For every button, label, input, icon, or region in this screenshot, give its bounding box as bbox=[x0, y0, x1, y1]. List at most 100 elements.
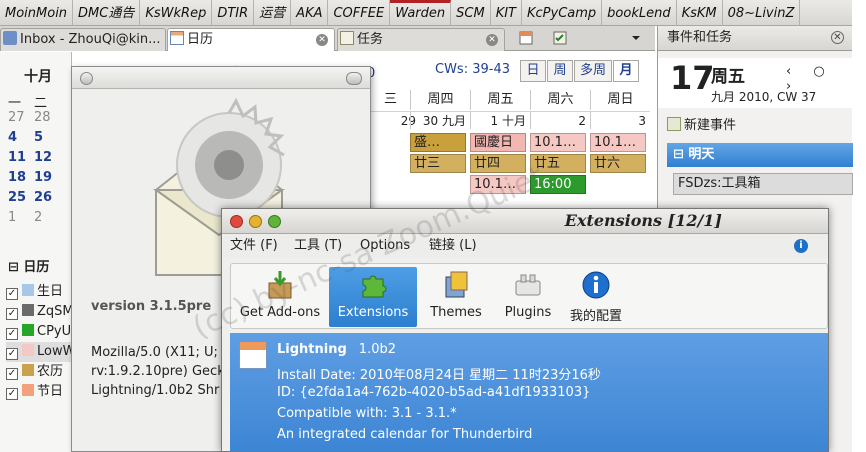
calendar-item[interactable]: ✓ CPyU bbox=[6, 322, 71, 342]
window-menu-button[interactable] bbox=[80, 72, 93, 85]
close-tab-icon[interactable]: ✕ bbox=[486, 34, 498, 46]
close-icon[interactable]: ✕ bbox=[831, 31, 844, 44]
calendar-item[interactable]: ✓ 节日 bbox=[6, 382, 71, 402]
extension-id: ID: {e2fda1a4-762b-4020-b5ad-a41df193310… bbox=[277, 385, 591, 400]
get-addons-button[interactable]: Get Add-ons bbox=[233, 267, 327, 327]
bookmark-warden[interactable]: Warden bbox=[390, 0, 452, 25]
my-config-button[interactable]: 我的配置 bbox=[563, 267, 629, 327]
bookmark-booklend[interactable]: bookLend bbox=[602, 0, 677, 25]
bookmark-scm[interactable]: SCM bbox=[451, 0, 491, 25]
minimonth-row: 18 19 bbox=[8, 170, 71, 185]
agenda-item[interactable]: FSDzs:工具箱 bbox=[673, 173, 853, 195]
day-date[interactable]: 3 bbox=[590, 111, 650, 129]
minimonth-cell[interactable]: 27 bbox=[8, 110, 34, 125]
day-date[interactable]: 2 bbox=[530, 111, 590, 129]
extensions-window: Extensions [12/1] 文件 (F) 工具 (T) Options … bbox=[221, 208, 829, 452]
calendar-event[interactable]: 10.1… bbox=[590, 133, 646, 152]
bookmark-dmc[interactable]: DMC通告 bbox=[73, 0, 141, 25]
minimonth-cell[interactable]: 1 bbox=[8, 210, 34, 225]
calendar-event[interactable]: 廿五 bbox=[530, 154, 586, 173]
calendar-item[interactable]: ✓ 生日 bbox=[6, 282, 71, 302]
menu-file[interactable]: 文件 (F) bbox=[230, 234, 278, 258]
minimonth-row: 45 bbox=[8, 130, 71, 145]
plugins-button[interactable]: Plugins bbox=[495, 267, 561, 327]
checkbox[interactable]: ✓ bbox=[6, 368, 18, 380]
extensions-title: Extensions [12/1] bbox=[564, 211, 722, 230]
view-month-button[interactable]: 月 bbox=[613, 60, 639, 82]
tab-list-dropdown-icon[interactable] bbox=[628, 30, 644, 46]
tab-tasks[interactable]: 任务 ✕ bbox=[337, 28, 505, 51]
calendar-event[interactable]: 16:00 bbox=[530, 175, 586, 194]
day-date[interactable]: 1 十月 bbox=[470, 111, 530, 129]
puzzle-icon bbox=[362, 275, 387, 298]
checkbox[interactable]: ✓ bbox=[6, 328, 18, 340]
calendar-item[interactable]: ✓ LowW bbox=[6, 342, 71, 362]
minimonth-cell: 二 bbox=[34, 96, 48, 111]
bookmark-moinmoin[interactable]: MoinMoin bbox=[0, 0, 74, 25]
calendar-event[interactable]: 廿三 bbox=[410, 154, 466, 173]
view-day-button[interactable]: 日 bbox=[520, 60, 546, 82]
day-navigation[interactable]: ‹ ○ › bbox=[786, 64, 853, 94]
calendar-color-swatch bbox=[22, 364, 34, 376]
themes-button[interactable]: Themes bbox=[421, 267, 491, 327]
minimonth-cell[interactable]: 4 bbox=[8, 130, 34, 145]
tab-inbox[interactable]: Inbox - ZhouQi@kin... bbox=[0, 28, 166, 51]
checkbox[interactable]: ✓ bbox=[6, 308, 18, 320]
minimonth-cell[interactable]: 5 bbox=[34, 130, 60, 145]
calendar-event[interactable]: 廿四 bbox=[470, 154, 526, 173]
bookmark-aka[interactable]: AKA bbox=[291, 0, 329, 25]
tasks-icon[interactable] bbox=[552, 30, 568, 46]
checkbox[interactable]: ✓ bbox=[6, 388, 18, 400]
bookmark-kswkrep[interactable]: KsWkRep bbox=[140, 0, 213, 25]
minimonth-cell[interactable]: 25 bbox=[8, 190, 34, 205]
calendar-event[interactable]: 盛… bbox=[410, 133, 466, 152]
checkbox[interactable]: ✓ bbox=[6, 288, 18, 300]
tab-calendar[interactable]: 日历 ✕ bbox=[167, 28, 335, 51]
help-icon[interactable]: i bbox=[794, 239, 808, 253]
new-event-button[interactable]: 新建事件 bbox=[667, 114, 847, 138]
calendar-list-title[interactable]: ⊟ 日历 bbox=[8, 256, 49, 275]
bookmark-livinz[interactable]: 08~LivinZ bbox=[723, 0, 801, 25]
menu-tools[interactable]: 工具 (T) bbox=[294, 234, 342, 258]
tomorrow-label: 明天 bbox=[688, 147, 715, 162]
minimonth-cell[interactable]: 28 bbox=[34, 110, 60, 125]
tab-calendar-label: 日历 bbox=[187, 32, 214, 47]
checkbox[interactable]: ✓ bbox=[6, 348, 18, 360]
bookmark-kcpycamp[interactable]: KcPyCamp bbox=[522, 0, 603, 25]
minimonth-cell[interactable]: 12 bbox=[34, 150, 60, 165]
calendar-event[interactable]: 廿六 bbox=[590, 154, 646, 173]
day-name: 周五 bbox=[711, 67, 745, 87]
view-multiweek-button[interactable]: 多周 bbox=[574, 60, 612, 82]
extension-list-item[interactable]: Lightning 1.0b2 Install Date: 2010年08月24日… bbox=[230, 333, 828, 451]
calendar-item[interactable]: ✓ 农历 bbox=[6, 362, 71, 382]
bookmark-yunying[interactable]: 运营 bbox=[254, 0, 292, 25]
minimonth-cell[interactable]: 11 bbox=[8, 150, 34, 165]
window-zoom-button[interactable] bbox=[346, 72, 362, 85]
calendar-color-swatch bbox=[22, 284, 34, 296]
tomorrow-section-header[interactable]: ⊟ 明天 bbox=[667, 143, 853, 167]
minimonth-cell[interactable]: 19 bbox=[34, 170, 60, 185]
menu-links[interactable]: 链接 (L) bbox=[429, 234, 477, 258]
minimonth-cell[interactable]: 2 bbox=[34, 210, 60, 225]
bookmark-coffee[interactable]: COFFEE bbox=[328, 0, 391, 25]
minimonth-cell[interactable]: 18 bbox=[8, 170, 34, 185]
minimonth-cell[interactable]: 26 bbox=[34, 190, 60, 205]
calendar-event[interactable]: 10.1… bbox=[470, 175, 526, 194]
calendar-event[interactable]: 國慶日 bbox=[470, 133, 526, 152]
extensions-tab-button[interactable]: Extensions bbox=[329, 267, 417, 327]
calendar-event[interactable]: 10.1… bbox=[530, 133, 586, 152]
bookmark-kit[interactable]: KIT bbox=[491, 0, 522, 25]
menu-options[interactable]: Options bbox=[360, 234, 410, 258]
day-header: 周五 bbox=[470, 90, 530, 110]
themes-label: Themes bbox=[430, 305, 482, 320]
day-date[interactable]: 30 九月 bbox=[410, 111, 470, 129]
day-number: 17 bbox=[670, 59, 715, 97]
bookmark-dtir[interactable]: DTIR bbox=[212, 0, 255, 25]
calendar-item[interactable]: ✓ ZqSM bbox=[6, 302, 72, 322]
calendar-item-label: ZqSM bbox=[37, 304, 72, 319]
view-week-button[interactable]: 周 bbox=[547, 60, 573, 82]
bookmark-kskm[interactable]: KsKM bbox=[677, 0, 723, 25]
calendar-icon[interactable] bbox=[518, 30, 534, 46]
minimonth-row: 27 28 bbox=[8, 110, 71, 125]
close-tab-icon[interactable]: ✕ bbox=[316, 34, 328, 46]
